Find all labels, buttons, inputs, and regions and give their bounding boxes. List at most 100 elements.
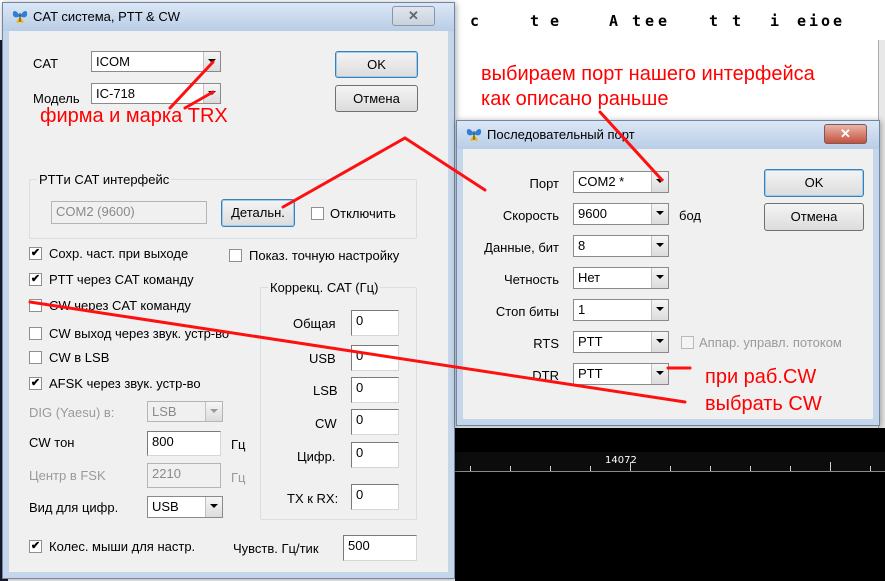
- butterfly-icon: [12, 11, 28, 23]
- cat-brand-value: ICOM: [96, 54, 130, 69]
- port-select[interactable]: COM2 *: [573, 171, 669, 193]
- cat-dialog: CAT система, PTT & CW ✕ CAT ICOM Модель …: [2, 2, 455, 579]
- cw-lsb-label: CW в LSB: [49, 350, 110, 365]
- port-ok-button[interactable]: OK: [764, 169, 864, 197]
- serial-port-titlebar[interactable]: Последовательный порт ✕: [457, 121, 879, 149]
- disable-label: Отключить: [330, 206, 396, 221]
- speed-unit: бод: [679, 208, 701, 223]
- ptt-cat-label: PTT через CAT команду: [49, 272, 194, 287]
- frequency-ruler[interactable]: 14072: [455, 452, 885, 472]
- annotation-port-line1: выбираем порт нашего интерфейса: [481, 63, 815, 85]
- mouse-wheel-label: Колес. мыши для настр.: [49, 539, 196, 554]
- waterfall-display[interactable]: [455, 428, 885, 581]
- decoded-char: i: [770, 12, 780, 30]
- show-exact-checkbox[interactable]: [229, 249, 242, 262]
- cw-tone-input[interactable]: 800: [147, 431, 221, 456]
- decoded-char: i: [809, 12, 819, 30]
- close-icon: ✕: [840, 126, 851, 141]
- rts-label: RTS: [533, 336, 559, 351]
- details-button[interactable]: Детальн.: [221, 199, 295, 227]
- interface-value-field: COM2 (9600): [51, 201, 207, 224]
- sensitivity-input[interactable]: 500: [343, 535, 417, 561]
- cw-lsb-checkbox[interactable]: [29, 351, 42, 364]
- save-freq-label: Сохр. част. при выходе: [49, 246, 189, 261]
- decoded-char: t: [632, 12, 642, 30]
- serial-port-close-button[interactable]: ✕: [824, 124, 867, 144]
- rts-select[interactable]: PTT: [573, 331, 669, 353]
- correction-tx-rx-label: TX к RX:: [287, 491, 339, 506]
- cat-brand-select[interactable]: ICOM: [91, 51, 221, 72]
- butterfly-icon: [466, 129, 482, 141]
- cw-sound-label: CW выход через звук. устр-во: [49, 326, 230, 341]
- annotation-port-line2: как описано раньше: [481, 88, 669, 110]
- fsk-center-unit: Гц: [231, 470, 246, 485]
- speed-select[interactable]: 9600: [573, 203, 669, 225]
- hw-flow-label: Аппар. управл. потоком: [699, 335, 842, 350]
- annotation-cw-line1: при раб.CW: [705, 366, 817, 388]
- decoded-char: e: [658, 12, 668, 30]
- cat-cancel-button[interactable]: Отмена: [335, 85, 418, 112]
- fsk-center-input: 2210: [147, 463, 221, 488]
- correction-digital-label: Цифр.: [297, 449, 336, 464]
- chevron-down-icon: [651, 300, 668, 320]
- chevron-down-icon: [651, 204, 668, 224]
- decoded-char: e: [833, 12, 843, 30]
- ptt-cat-checkbox[interactable]: ✔: [29, 273, 42, 286]
- afsk-label: AFSK через звук. устр-во: [49, 376, 201, 391]
- correction-cw-input[interactable]: 0: [351, 409, 399, 435]
- dig-yaesu-value: LSB: [152, 404, 177, 419]
- serial-port-title: Последовательный порт: [487, 127, 635, 142]
- show-exact-label: Показ. точную настройку: [249, 248, 400, 263]
- model-select[interactable]: IC-718: [91, 83, 221, 104]
- cw-sound-checkbox[interactable]: [29, 327, 42, 340]
- decoded-char: A: [609, 12, 619, 30]
- correction-usb-input[interactable]: 0: [351, 345, 399, 371]
- dig-yaesu-label: DIG (Yaesu) в:: [29, 405, 115, 420]
- stop-bits-value: 1: [578, 302, 586, 317]
- disable-checkbox[interactable]: [311, 207, 324, 220]
- correction-lsb-label: LSB: [313, 383, 338, 398]
- stop-bits-label: Стоп биты: [495, 304, 559, 319]
- correction-tx-rx-input[interactable]: 0: [351, 484, 399, 510]
- decoded-char: t: [709, 12, 719, 30]
- dtr-select[interactable]: PTT: [573, 363, 669, 385]
- afsk-checkbox[interactable]: ✔: [29, 377, 42, 390]
- decoded-char: c: [470, 12, 480, 30]
- data-bits-label: Данные, бит: [484, 240, 559, 255]
- chevron-down-icon: [651, 172, 668, 192]
- correction-lsb-input[interactable]: 0: [351, 377, 399, 403]
- correction-general-input[interactable]: 0: [351, 310, 399, 336]
- parity-value: Нет: [578, 270, 601, 285]
- decoded-char: e: [797, 12, 807, 30]
- sensitivity-label: Чувств. Гц/тик: [233, 541, 319, 556]
- port-cancel-button[interactable]: Отмена: [764, 203, 864, 231]
- speed-label: Скорость: [502, 208, 559, 223]
- port-label: Порт: [529, 176, 559, 191]
- cw-cat-checkbox[interactable]: [29, 299, 42, 312]
- chevron-down-icon: [651, 364, 668, 384]
- chevron-down-icon: [651, 332, 668, 352]
- hw-flow-checkbox[interactable]: [681, 336, 694, 349]
- chevron-down-icon: [205, 497, 222, 517]
- mouse-wheel-checkbox[interactable]: ✔: [29, 540, 42, 553]
- interface-group-title: PTTи CAT интерфейс: [37, 172, 172, 187]
- data-bits-value: 8: [578, 238, 586, 253]
- stop-bits-select[interactable]: 1: [573, 299, 669, 321]
- decoded-char: o: [821, 12, 831, 30]
- cat-dialog-titlebar[interactable]: CAT система, PTT & CW ✕: [3, 3, 454, 31]
- cat-dialog-close-button[interactable]: ✕: [392, 6, 435, 26]
- data-bits-select[interactable]: 8: [573, 235, 669, 257]
- close-icon: ✕: [408, 8, 419, 23]
- correction-digital-input[interactable]: 0: [351, 442, 399, 468]
- dtr-label: DTR: [532, 368, 559, 383]
- save-freq-checkbox[interactable]: ✔: [29, 247, 42, 260]
- cat-ok-button[interactable]: OK: [335, 51, 418, 78]
- digital-mode-select[interactable]: USB: [147, 496, 223, 518]
- chevron-down-icon: [205, 402, 222, 421]
- parity-select[interactable]: Нет: [573, 267, 669, 289]
- fsk-center-label: Центр в FSK: [29, 468, 106, 483]
- serial-port-dialog: Последовательный порт ✕ Порт COM2 * Скор…: [456, 120, 880, 426]
- port-value: COM2 *: [578, 174, 625, 189]
- correction-usb-label: USB: [309, 351, 336, 366]
- digital-mode-value: USB: [152, 499, 179, 514]
